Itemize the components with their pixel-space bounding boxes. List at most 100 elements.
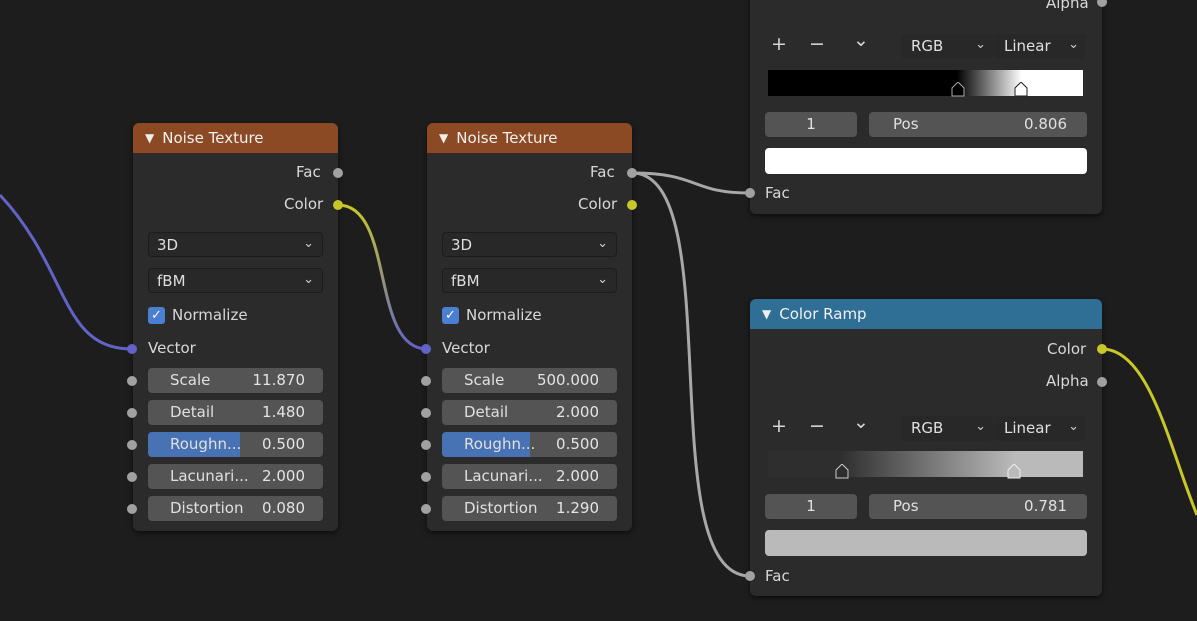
ramp-stop-dark[interactable] (835, 464, 849, 479)
output-alpha-socket[interactable] (1097, 0, 1107, 7)
distortion-field[interactable]: Distortion 0.080 (148, 496, 323, 521)
color-ramp-gradient[interactable] (768, 451, 1083, 477)
ramp-menu-chevron-icon[interactable]: ⌄ (853, 29, 869, 51)
pos-label: Pos (893, 115, 919, 133)
dimension-dropdown[interactable]: 3D ⌄ (442, 232, 617, 257)
output-color-socket[interactable] (627, 200, 637, 210)
node-header[interactable]: ▼ Noise Texture (427, 123, 632, 153)
normalize-checkbox[interactable]: ✓ (148, 307, 165, 324)
chevron-down-icon[interactable]: ▼ (145, 131, 154, 145)
add-stop-button[interactable]: + (771, 33, 787, 55)
lacunarity-field[interactable]: Lacunari... 2.000 (442, 464, 617, 489)
interpolation-select[interactable]: Linear ⌄ (994, 416, 1086, 441)
input-scale-socket[interactable] (421, 376, 431, 386)
field-value: 1.480 (262, 403, 305, 421)
interpolation-select[interactable]: Linear ⌄ (994, 34, 1086, 59)
detail-field[interactable]: Detail 1.480 (148, 400, 323, 425)
chevron-down-icon[interactable]: ▼ (762, 307, 771, 321)
normalize-label: Normalize (172, 306, 248, 324)
field-value: 1.290 (556, 499, 599, 517)
input-roughness-socket[interactable] (127, 440, 137, 450)
add-stop-button[interactable]: + (771, 415, 787, 437)
roughness-slider[interactable]: Roughn... 0.500 (148, 432, 323, 457)
active-stop-color-swatch[interactable] (765, 148, 1087, 174)
type-dropdown[interactable]: fBM ⌄ (442, 268, 617, 293)
distortion-field[interactable]: Distortion 1.290 (442, 496, 617, 521)
link-color-to-vector (337, 203, 428, 351)
field-label: Distortion (170, 499, 244, 517)
active-stop-color-swatch[interactable] (765, 530, 1087, 556)
output-alpha-socket[interactable] (1097, 377, 1107, 387)
dropdown-arrow-icon: ⌄ (303, 272, 314, 287)
lacunarity-field[interactable]: Lacunari... 2.000 (148, 464, 323, 489)
dimension-dropdown[interactable]: 3D ⌄ (148, 232, 323, 257)
scale-field[interactable]: Scale 500.000 (442, 368, 617, 393)
input-vector-socket[interactable] (421, 344, 431, 354)
output-fac-socket[interactable] (627, 168, 637, 178)
active-index-value: 1 (806, 115, 816, 133)
input-lacunarity-socket[interactable] (127, 472, 137, 482)
output-alpha-label: Alpha (1046, 0, 1089, 12)
field-value: 0.500 (262, 435, 305, 453)
pos-label: Pos (893, 497, 919, 515)
interpolation-value: Linear (1004, 37, 1051, 55)
color-mode-select[interactable]: RGB ⌄ (901, 416, 993, 441)
ramp-stop-white-active[interactable] (1014, 82, 1028, 97)
scale-field[interactable]: Scale 11.870 (148, 368, 323, 393)
dimension-value: 3D (451, 236, 473, 254)
dimension-value: 3D (157, 236, 179, 254)
input-distortion-socket[interactable] (421, 504, 431, 514)
stop-position-field[interactable]: Pos 0.806 (869, 112, 1087, 137)
normalize-label: Normalize (466, 306, 542, 324)
input-scale-socket[interactable] (127, 376, 137, 386)
node-header[interactable]: ▼ Noise Texture (133, 123, 338, 153)
type-dropdown[interactable]: fBM ⌄ (148, 268, 323, 293)
roughness-slider[interactable]: Roughn... 0.500 (442, 432, 617, 457)
input-roughness-socket[interactable] (421, 440, 431, 450)
remove-stop-button[interactable]: − (809, 415, 825, 437)
input-fac-socket[interactable] (745, 188, 755, 198)
color-mode-value: RGB (911, 37, 944, 55)
output-color-label: Color (1047, 340, 1087, 358)
color-ramp-node-top[interactable] (750, 0, 1102, 214)
active-stop-index-field[interactable]: 1 (765, 112, 857, 137)
input-vector-socket[interactable] (127, 344, 137, 354)
node-title: Noise Texture (162, 129, 264, 147)
output-color-socket[interactable] (333, 200, 343, 210)
input-detail-socket[interactable] (127, 408, 137, 418)
output-color-socket[interactable] (1097, 344, 1107, 354)
chevron-down-icon[interactable]: ▼ (439, 131, 448, 145)
input-detail-socket[interactable] (421, 408, 431, 418)
field-label: Scale (170, 371, 211, 389)
active-stop-index-field[interactable]: 1 (765, 494, 857, 519)
ramp-stop-black[interactable] (951, 82, 965, 97)
dropdown-arrow-icon: ⌄ (597, 272, 608, 287)
remove-stop-button[interactable]: − (809, 33, 825, 55)
color-ramp-gradient[interactable] (768, 70, 1083, 96)
input-fac-socket[interactable] (745, 571, 755, 581)
normalize-checkbox[interactable]: ✓ (442, 307, 459, 324)
field-value: 0.080 (262, 499, 305, 517)
node-title: Noise Texture (456, 129, 558, 147)
link-vector-in (0, 193, 133, 351)
dropdown-arrow-icon: ⌄ (1068, 419, 1079, 434)
dropdown-arrow-icon: ⌄ (1068, 37, 1079, 52)
field-label: Detail (464, 403, 509, 421)
output-fac-socket[interactable] (333, 168, 343, 178)
input-distortion-socket[interactable] (127, 504, 137, 514)
dropdown-arrow-icon: ⌄ (597, 236, 608, 251)
pos-value: 0.806 (1024, 115, 1067, 133)
input-lacunarity-socket[interactable] (421, 472, 431, 482)
color-mode-select[interactable]: RGB ⌄ (901, 34, 993, 59)
node-header[interactable]: ▼ Color Ramp (750, 299, 1102, 329)
detail-field[interactable]: Detail 2.000 (442, 400, 617, 425)
field-label: Roughn... (170, 435, 242, 453)
field-value: 2.000 (262, 467, 305, 485)
link-fac-to-ramp-bottom (631, 171, 751, 578)
ramp-stop-light-active[interactable] (1007, 464, 1021, 479)
stop-position-field[interactable]: Pos 0.781 (869, 494, 1087, 519)
dropdown-arrow-icon: ⌄ (303, 236, 314, 251)
ramp-menu-chevron-icon[interactable]: ⌄ (853, 411, 869, 433)
pos-value: 0.781 (1024, 497, 1067, 515)
link-fac-to-ramp-top (631, 171, 751, 195)
